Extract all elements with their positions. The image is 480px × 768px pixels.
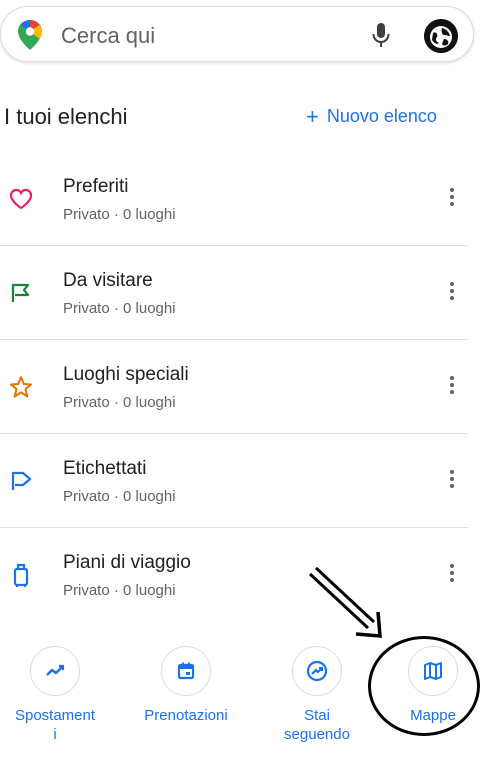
list-subtitle: Privato · 0 luoghi bbox=[63, 394, 176, 411]
nav-label: Spostament i bbox=[14, 707, 96, 743]
list-name: Preferiti bbox=[63, 176, 129, 197]
saved-lists: Preferiti Privato · 0 luoghi Da visitare… bbox=[0, 152, 480, 621]
list-subtitle: Privato · 0 luoghi bbox=[63, 300, 176, 317]
heart-icon bbox=[9, 188, 33, 210]
search-input[interactable]: Cerca qui bbox=[61, 23, 155, 49]
nav-label: Stai seguendo bbox=[284, 707, 350, 743]
trending-icon bbox=[30, 646, 80, 696]
list-item-luoghi-speciali[interactable]: Luoghi speciali Privato · 0 luoghi bbox=[0, 340, 468, 434]
list-item-da-visitare[interactable]: Da visitare Privato · 0 luoghi bbox=[0, 246, 468, 340]
following-icon bbox=[292, 646, 342, 696]
more-options-icon[interactable] bbox=[444, 564, 460, 588]
nav-stai-seguendo[interactable]: Stai seguendo bbox=[262, 640, 372, 744]
nav-label: Prenotazioni bbox=[144, 707, 228, 724]
calendar-icon bbox=[161, 646, 211, 696]
luggage-icon bbox=[13, 563, 29, 587]
page-title: I tuoi elenchi bbox=[4, 104, 128, 129]
list-subtitle: Privato · 0 luoghi bbox=[63, 206, 176, 223]
search-bar[interactable]: Cerca qui bbox=[0, 6, 474, 62]
google-maps-pin-icon bbox=[18, 20, 42, 50]
list-subtitle: Privato · 0 luoghi bbox=[63, 488, 176, 505]
list-subtitle: Privato · 0 luoghi bbox=[63, 582, 176, 599]
list-item-preferiti[interactable]: Preferiti Privato · 0 luoghi bbox=[0, 152, 468, 246]
list-name: Etichettati bbox=[63, 458, 147, 479]
avatar[interactable] bbox=[424, 19, 458, 53]
new-list-button[interactable]: + Nuovo elenco bbox=[306, 103, 437, 129]
microphone-icon[interactable] bbox=[369, 21, 393, 49]
star-icon bbox=[10, 376, 32, 398]
annotation-circle bbox=[368, 636, 480, 736]
nav-prenotazioni[interactable]: Prenotazioni bbox=[131, 640, 241, 725]
list-name: Luoghi speciali bbox=[63, 364, 189, 385]
more-options-icon[interactable] bbox=[444, 188, 460, 212]
list-name: Da visitare bbox=[63, 270, 153, 291]
nav-spostamenti[interactable]: Spostament i bbox=[0, 640, 110, 744]
globe-avatar-icon bbox=[424, 19, 458, 53]
plus-icon: + bbox=[306, 103, 319, 129]
list-item-piani-di-viaggio[interactable]: Piani di viaggio Privato · 0 luoghi bbox=[0, 528, 468, 621]
new-list-label: Nuovo elenco bbox=[326, 106, 437, 126]
annotation-arrow-icon bbox=[308, 566, 382, 638]
more-options-icon[interactable] bbox=[444, 282, 460, 306]
more-options-icon[interactable] bbox=[444, 376, 460, 400]
flag-icon bbox=[11, 283, 30, 302]
label-flag-icon bbox=[11, 471, 32, 490]
list-name: Piani di viaggio bbox=[63, 552, 191, 573]
more-options-icon[interactable] bbox=[444, 470, 460, 494]
list-item-etichettati[interactable]: Etichettati Privato · 0 luoghi bbox=[0, 434, 468, 528]
